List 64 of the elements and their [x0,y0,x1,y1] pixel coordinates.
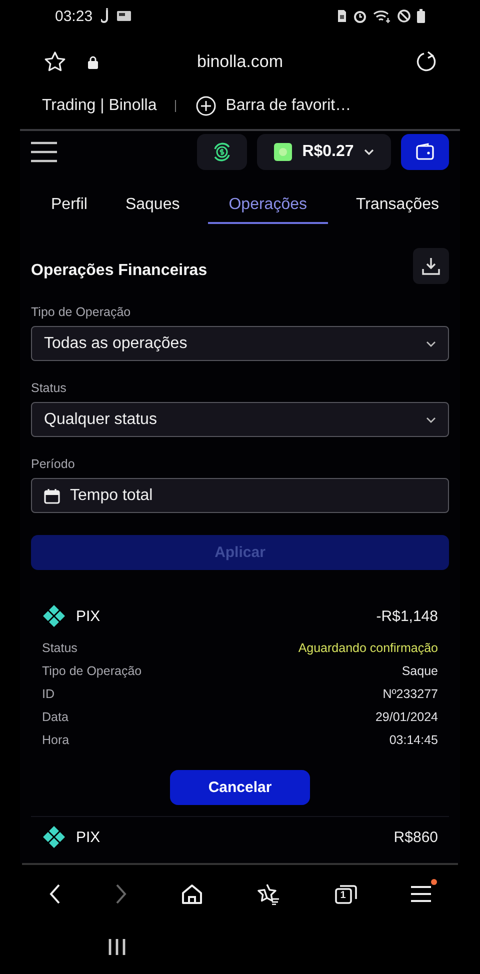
back-icon [49,884,61,904]
wallet-icon [416,143,434,161]
tab[interactable]: Operações [208,190,328,224]
blocked-icon [397,9,411,23]
detail-label: Status [42,641,78,655]
currency-exchange-button[interactable] [197,134,247,170]
sim-icon [337,9,347,23]
message-icon [116,10,131,22]
tabs-icon [335,884,357,904]
battery-icon [417,9,425,23]
balance-button[interactable]: R$0.27 [257,134,391,170]
detail-value: Aguardando confirmação [298,641,438,655]
wallet-button[interactable] [401,134,449,170]
download-button[interactable] [413,248,449,284]
star-icon[interactable] [44,51,66,73]
download-icon [422,257,440,275]
detail-label: Tipo de Operação [42,664,142,678]
tab[interactable]: Perfil [41,190,98,224]
detail-value: 03:14:45 [389,733,438,747]
detail-label: ID [42,687,54,701]
diamond-logo-icon [42,604,66,628]
date-range-field[interactable]: Tempo total [31,478,449,513]
alarm-icon [353,9,367,23]
detail-label: Hora [42,733,70,747]
forward-icon [115,884,127,904]
account-icon [274,143,292,161]
plus-circle-icon [196,96,216,116]
tab[interactable]: Saques [115,190,190,224]
cancel-button[interactable]: Cancelar [170,770,310,805]
detail-value: 29/01/2024 [375,710,438,724]
dollar-exchange-icon [212,142,232,162]
bookmark-item[interactable]: Trading | Binolla [42,97,157,115]
dropdown-field[interactable]: Qualquer status [31,402,449,437]
chevron-down-icon [426,340,436,346]
tabs-button[interactable]: 1 [331,880,361,908]
detail-value: Saque [402,664,438,678]
lock-icon [88,56,98,68]
payment-method: PIX [76,828,100,846]
menu-icon [411,885,431,903]
recent-apps-icon[interactable] [108,938,126,956]
field-label: Tipo de Operação [31,305,132,319]
chevron-down-icon [426,416,436,422]
chevron-down-icon [364,149,374,155]
section-title: Operações Financeiras [31,262,208,280]
home-icon [181,884,203,904]
menu-icon[interactable] [31,141,57,163]
dropdown-field[interactable]: Todas as operações [31,326,449,361]
field-label: Status [31,381,68,395]
add-bookmark-link[interactable]: Barra de favorit… [226,97,352,115]
amount: R$860 [394,828,438,846]
clock: 03:23 [55,8,93,24]
star-list-icon [257,883,281,905]
wifi-icon [373,9,391,23]
tab[interactable]: Transações [346,190,449,224]
detail-value: Nº233277 [382,687,438,701]
diamond-logo-icon [42,825,66,849]
payment-method: PIX [76,608,100,624]
amount: -R$1,148 [376,608,438,624]
detail-label: Data [42,710,68,724]
reload-icon[interactable] [416,51,438,73]
field-label: Período [31,457,76,471]
notification-icon [100,8,111,24]
calendar-icon [44,488,60,504]
address-bar-url[interactable]: binolla.com [197,52,283,71]
